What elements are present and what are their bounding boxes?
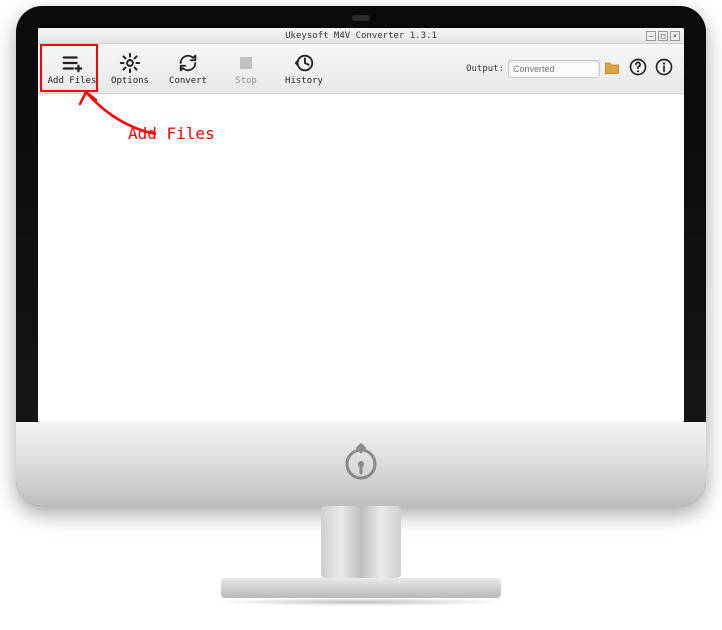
convert-button[interactable]: Convert xyxy=(160,46,216,92)
stop-button: Stop xyxy=(218,46,274,92)
app-screen: Ukeysoft M4V Converter 1.3.1 ‒ □ × Add F… xyxy=(38,28,684,422)
history-label: History xyxy=(285,76,323,86)
minimize-button[interactable]: ‒ xyxy=(646,31,656,41)
folder-icon[interactable] xyxy=(604,60,620,77)
annotation-text: Add Files xyxy=(128,124,215,143)
stop-label: Stop xyxy=(235,76,257,86)
imac-frame: Ukeysoft M4V Converter 1.3.1 ‒ □ × Add F… xyxy=(16,6,706,506)
camera-notch xyxy=(352,15,370,21)
output-group: Output: xyxy=(466,60,620,78)
window-controls: ‒ □ × xyxy=(646,31,680,41)
history-icon xyxy=(293,52,315,74)
toolbar: Add Files Options Con xyxy=(38,44,684,94)
convert-label: Convert xyxy=(169,76,207,86)
titlebar: Ukeysoft M4V Converter 1.3.1 ‒ □ × xyxy=(38,28,684,44)
add-files-icon xyxy=(61,52,83,74)
close-button[interactable]: × xyxy=(670,31,680,41)
imac-stand-neck xyxy=(321,506,401,578)
convert-icon xyxy=(177,52,199,74)
stop-icon xyxy=(235,52,257,74)
add-files-button[interactable]: Add Files xyxy=(44,46,100,92)
content-area: Add Files xyxy=(38,94,684,422)
app-title: Ukeysoft M4V Converter 1.3.1 xyxy=(285,31,437,41)
right-icons xyxy=(628,57,674,81)
gear-icon xyxy=(119,52,141,74)
options-label: Options xyxy=(111,76,149,86)
imac-chin xyxy=(16,422,706,506)
imac-stand-shadow xyxy=(211,598,511,606)
output-path-input[interactable] xyxy=(508,60,600,78)
options-button[interactable]: Options xyxy=(102,46,158,92)
output-label: Output: xyxy=(466,64,504,74)
maximize-button[interactable]: □ xyxy=(658,31,668,41)
info-button[interactable] xyxy=(654,57,674,81)
help-button[interactable] xyxy=(628,57,648,81)
imac-stand-base xyxy=(221,578,501,598)
add-files-label: Add Files xyxy=(48,76,97,86)
history-button[interactable]: History xyxy=(276,46,332,92)
